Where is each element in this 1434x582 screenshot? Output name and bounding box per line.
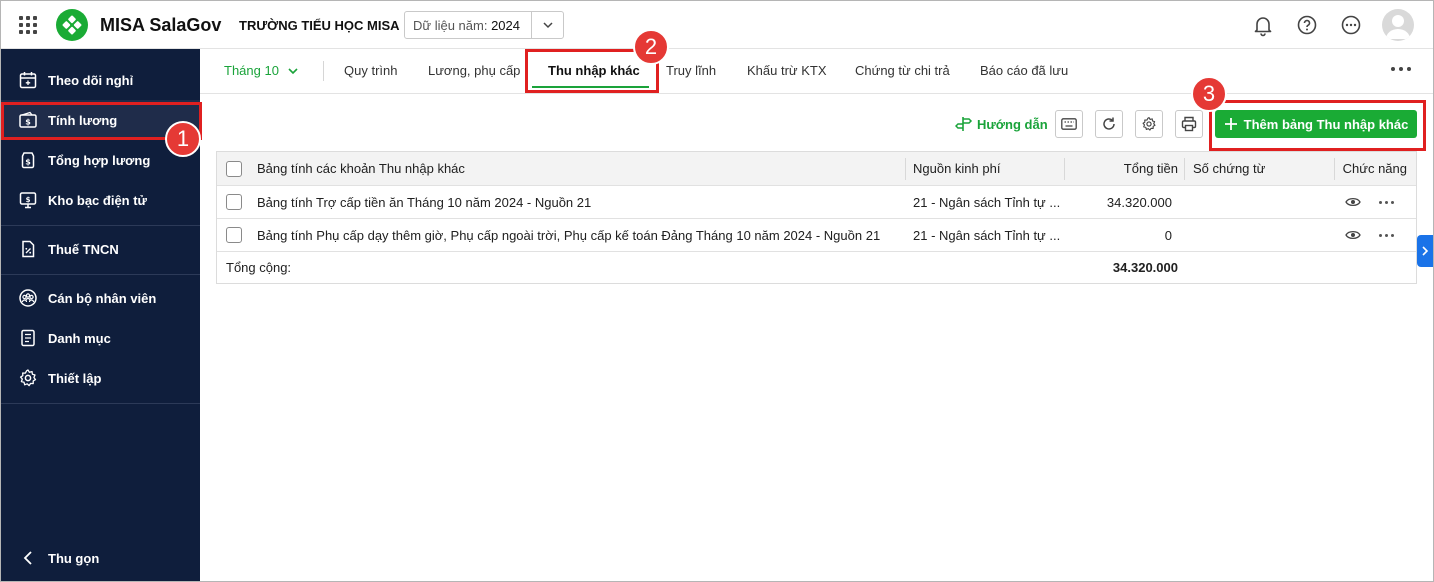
total-value: 34.320.000 (1112, 260, 1178, 275)
step-badge-3: 3 (1191, 76, 1227, 112)
column-header-name[interactable]: Bảng tính các khoản Thu nhập khác (257, 152, 897, 185)
month-select-value: Tháng 10 (224, 63, 279, 78)
treasury-icon: $ (19, 192, 37, 209)
sidebar-collapse-button[interactable]: Thu gọn (1, 538, 200, 578)
year-select[interactable]: Dữ liệu năm: 2024 (404, 11, 564, 39)
tab-bao-cao-da-luu[interactable]: Báo cáo đã lưu (980, 63, 1068, 78)
sidebar-item-can-bo-nhan-vien[interactable]: Cán bộ nhân viên (1, 278, 200, 318)
sidebar-item-kho-bac-dien-tu[interactable]: $ Kho bạc điện tử (1, 180, 200, 220)
year-select-label: Dữ liệu năm: (413, 17, 488, 33)
sidebar-item-label: Thuế TNCN (48, 241, 119, 257)
staff-icon (19, 289, 37, 307)
keyboard-shortcut-button[interactable] (1055, 110, 1083, 138)
column-header-source[interactable]: Nguồn kinh phí (913, 152, 1063, 185)
sidebar-divider (1, 274, 200, 275)
chevron-down-icon (288, 67, 298, 74)
column-header-voucher[interactable]: Số chứng từ (1193, 152, 1333, 185)
sidebar-item-danh-muc[interactable]: Danh mục (1, 318, 200, 358)
step-badge-1: 1 (165, 121, 201, 157)
avatar[interactable] (1382, 9, 1414, 41)
step-badge-2: 2 (633, 29, 669, 65)
more-options-icon[interactable] (1339, 13, 1363, 37)
tab-bar: Tháng 10 Quy trình Lương, phụ cấp Thu nh… (200, 49, 1433, 94)
sidebar-item-label: Danh mục (48, 330, 111, 346)
tab-truy-linh[interactable]: Truy lĩnh (666, 63, 716, 78)
refresh-icon (1103, 117, 1115, 130)
more-tabs-icon[interactable] (1391, 67, 1411, 71)
top-header: MISA SalaGov TRƯỜNG TIỂU HỌC MISA Dữ liệ… (1, 1, 1433, 49)
table-row[interactable]: Bảng tính Trợ cấp tiền ăn Tháng 10 năm 2… (217, 186, 1416, 219)
app-window: MISA SalaGov TRƯỜNG TIỂU HỌC MISA Dữ liệ… (0, 0, 1434, 582)
sidebar-item-theo-doi-nghi[interactable]: Theo dõi nghỉ (1, 60, 200, 100)
table-header-row: Bảng tính các khoản Thu nhập khác Nguồn … (217, 152, 1416, 186)
refresh-button[interactable] (1095, 110, 1123, 138)
column-header-actions: Chức năng (1342, 161, 1407, 176)
school-name: TRƯỜNG TIỂU HỌC MISA (239, 18, 400, 33)
highlight-box-step-3 (1209, 100, 1426, 151)
sidebar-divider (1, 225, 200, 226)
app-grid-icon[interactable] (19, 16, 37, 34)
sidebar-collapse-label: Thu gọn (48, 550, 100, 566)
tab-quy-trinh[interactable]: Quy trình (344, 63, 397, 78)
row-total: 34.320.000 (1106, 194, 1172, 210)
table-row[interactable]: Bảng tính Phụ cấp dạy thêm giờ, Phụ cấp … (217, 219, 1416, 252)
guide-link[interactable]: Hướng dẫn (955, 116, 1048, 132)
chevron-down-icon[interactable] (531, 12, 563, 38)
tax-icon (22, 240, 35, 258)
svg-text:$: $ (25, 158, 31, 167)
row-name[interactable]: Bảng tính Trợ cấp tiền ăn Tháng 10 năm 2… (257, 186, 897, 218)
printer-icon (1181, 116, 1197, 132)
signpost-icon (955, 117, 973, 131)
eye-icon[interactable] (1345, 229, 1361, 241)
row-more-icon[interactable] (1379, 233, 1394, 237)
user-icon (1386, 15, 1410, 39)
gear-icon (1142, 117, 1156, 131)
row-voucher (1193, 219, 1333, 251)
row-checkbox[interactable] (226, 194, 242, 210)
row-source: 21 - Ngân sách Tỉnh tự ... (913, 227, 1061, 243)
other-income-table: Bảng tính các khoản Thu nhập khác Nguồn … (216, 151, 1417, 284)
row-total: 0 (1164, 227, 1172, 243)
guide-label: Hướng dẫn (977, 116, 1048, 132)
column-header-total[interactable]: Tổng tiền (1067, 152, 1178, 185)
select-all-checkbox[interactable] (226, 161, 242, 177)
sidebar-item-label: Cán bộ nhân viên (48, 290, 157, 306)
svg-text:$: $ (26, 196, 31, 204)
row-voucher (1193, 186, 1333, 218)
gear-icon (19, 369, 37, 387)
eye-icon[interactable] (1345, 196, 1361, 208)
total-label: Tổng cộng: (226, 260, 292, 275)
chevron-left-icon (23, 551, 32, 565)
sidebar-item-label: Tổng hợp lương (48, 152, 151, 168)
app-name: MISA SalaGov (100, 15, 222, 35)
catalog-icon (21, 329, 35, 347)
sidebar-item-thiet-lap[interactable]: Thiết lập (1, 358, 200, 398)
misa-logo-icon (56, 9, 88, 41)
row-checkbox[interactable] (226, 227, 242, 243)
sidebar-item-label: Theo dõi nghỉ (48, 72, 134, 88)
sidebar-item-thue-tncn[interactable]: Thuế TNCN (1, 229, 200, 269)
help-icon[interactable] (1295, 13, 1319, 37)
print-button[interactable] (1175, 110, 1203, 138)
row-source: 21 - Ngân sách Tỉnh tự ... (913, 194, 1061, 210)
tab-separator (323, 61, 324, 81)
sidebar-item-label: Kho bạc điện tử (48, 192, 147, 208)
month-select[interactable]: Tháng 10 (224, 63, 299, 78)
chevron-right-icon (1422, 246, 1429, 256)
keyboard-icon (1061, 118, 1077, 130)
row-more-icon[interactable] (1379, 200, 1394, 204)
sidebar-divider (1, 403, 200, 404)
calendar-icon (19, 72, 37, 89)
sidebar-item-label: Thiết lập (48, 370, 102, 386)
bell-icon[interactable] (1251, 13, 1275, 37)
year-select-value: 2024 (491, 17, 520, 33)
settings-button[interactable] (1135, 110, 1163, 138)
money-summary-icon: $ (21, 152, 35, 169)
row-name[interactable]: Bảng tính Phụ cấp dạy thêm giờ, Phụ cấp … (257, 219, 897, 251)
tab-luong-phu-cap[interactable]: Lương, phụ cấp (428, 63, 520, 78)
tab-khau-tru-ktx[interactable]: Khấu trừ KTX (747, 63, 827, 78)
table-total-row: Tổng cộng: 34.320.000 (217, 252, 1416, 283)
tab-chung-tu-chi-tra[interactable]: Chứng từ chi trả (855, 63, 950, 78)
side-panel-toggle[interactable] (1417, 235, 1433, 267)
